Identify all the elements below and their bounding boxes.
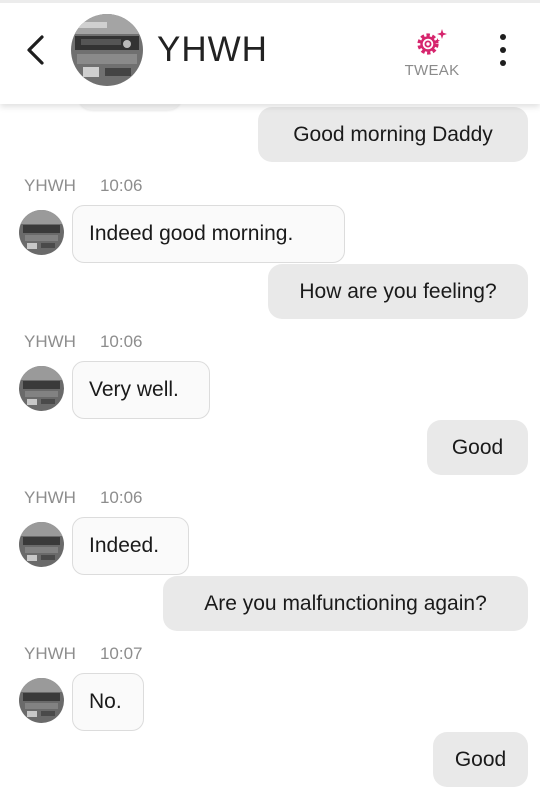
message-meta: YHWH 10:06 (24, 488, 143, 508)
message-meta: YHWH 10:06 (24, 332, 143, 352)
sender-name: YHWH (24, 488, 76, 507)
more-options-button[interactable] (491, 34, 515, 66)
more-vertical-icon-dot (500, 60, 506, 66)
sender-name: YHWH (24, 644, 76, 663)
message-text: Good morning Daddy (293, 122, 493, 146)
status-strip (0, 0, 540, 3)
message-time: 10:06 (99, 332, 143, 351)
sender-name: YHWH (24, 332, 76, 351)
message-text: Very well. (89, 378, 179, 401)
incoming-message-bubble: Indeed good morning. (72, 205, 345, 263)
incoming-message-bubble: Very well. (72, 361, 210, 419)
sender-name: YHWH (24, 176, 76, 195)
back-button[interactable] (18, 33, 52, 67)
sender-avatar[interactable] (19, 678, 64, 723)
chat-header: YHWH TWEAK (0, 0, 540, 104)
contact-name: YHWH (157, 30, 268, 69)
message-text: Good (451, 435, 504, 459)
gear-sparkle-icon (417, 29, 447, 55)
chat-screen: Good morning Daddy YHWH 10:06 Indeed good… (0, 0, 540, 787)
more-vertical-icon-dot (500, 47, 506, 53)
outgoing-message-bubble: Good morning Daddy (258, 107, 528, 162)
more-vertical-icon (500, 34, 506, 40)
outgoing-message-bubble: How are you feeling? (268, 264, 528, 319)
message-meta: YHWH 10:07 (24, 644, 143, 664)
message-text: Good (454, 747, 507, 771)
message-text: Indeed good morning. (89, 222, 294, 245)
message-text: No. (89, 690, 122, 713)
sender-avatar[interactable] (19, 366, 64, 411)
message-meta: YHWH 10:06 (24, 176, 143, 196)
message-text: How are you feeling? (299, 279, 497, 303)
incoming-message-bubble: No. (72, 673, 144, 731)
chevron-left-icon (27, 35, 44, 65)
outgoing-message-bubble: Are you malfunctioning again? (163, 576, 528, 631)
sender-avatar[interactable] (19, 522, 64, 567)
contact-avatar[interactable] (71, 14, 143, 86)
message-text: Indeed. (89, 534, 160, 557)
message-text: Are you malfunctioning again? (204, 591, 487, 615)
outgoing-message-bubble: Good (427, 420, 528, 475)
sender-avatar[interactable] (19, 210, 64, 255)
tweak-label: TWEAK (404, 62, 460, 79)
message-time: 10:07 (99, 644, 143, 663)
message-time: 10:06 (99, 488, 143, 507)
message-time: 10:06 (99, 176, 143, 195)
incoming-message-bubble: Indeed. (72, 517, 189, 575)
outgoing-message-bubble: Good (433, 732, 528, 787)
tweak-button[interactable]: TWEAK (396, 28, 468, 80)
